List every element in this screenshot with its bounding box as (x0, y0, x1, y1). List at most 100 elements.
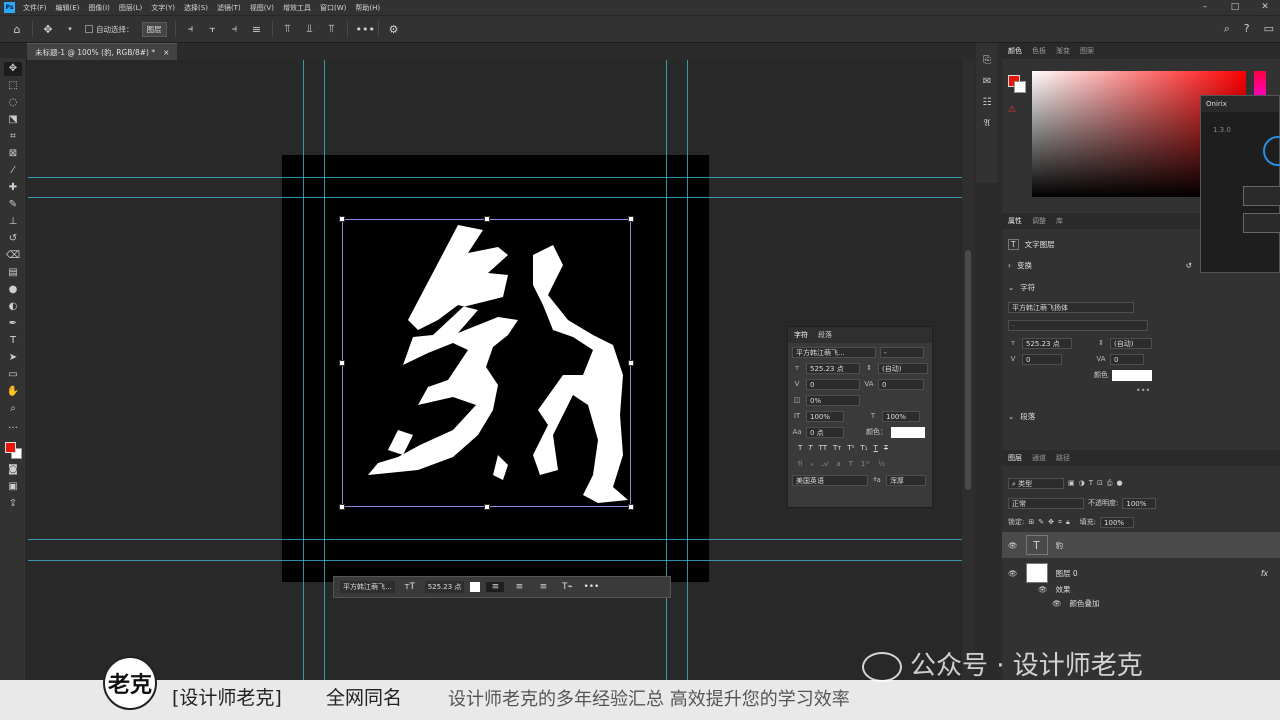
eraser-icon[interactable]: ⌫ (4, 249, 22, 263)
filter-smart-icon[interactable]: ⎙ (1107, 479, 1113, 488)
color-swatches[interactable] (3, 440, 23, 460)
transform-handle[interactable] (628, 216, 634, 222)
superscript-icon[interactable]: T¹ (847, 444, 854, 452)
prop-size-field[interactable]: 525.23 点 (1022, 337, 1072, 349)
font-size-field[interactable]: 525.23 点 (806, 362, 860, 374)
guide-horizontal[interactable] (28, 197, 962, 198)
tab-libraries[interactable]: 库 (1056, 216, 1063, 226)
prop-tracking-field[interactable]: 0 (1110, 353, 1144, 365)
dodge-tool-icon[interactable]: ◐ (4, 300, 22, 314)
tab-gradients[interactable]: 渐变 (1056, 46, 1070, 56)
ctx-font-dropdown[interactable]: 平方韩江萌飞... (340, 581, 395, 593)
filter-toggle-icon[interactable]: ● (1117, 479, 1123, 487)
ctx-size-dropdown[interactable]: 525.23 点 (424, 581, 465, 593)
guide-vertical[interactable] (303, 60, 304, 680)
more-tools-icon[interactable]: … (4, 419, 22, 433)
screen-mode-icon[interactable]: ▣ (4, 480, 22, 494)
faux-italic-icon[interactable]: T (808, 444, 812, 452)
workspace-icon[interactable]: ▭ (1264, 22, 1274, 36)
stamp-tool-icon[interactable]: ⊥ (4, 215, 22, 229)
leading-field[interactable]: (自动) (878, 362, 928, 374)
baseline-field[interactable]: 0 点 (806, 426, 844, 438)
horizontal-scale-field[interactable]: 100% (882, 410, 920, 422)
document-tab[interactable]: 未标题-1 @ 100% (豹, RGB/8#) * × (27, 43, 178, 60)
more-icon[interactable]: ••• (356, 23, 375, 36)
menu-layer[interactable]: 图层(L) (119, 3, 142, 13)
path-select-icon[interactable]: ➤ (4, 351, 22, 365)
history-icon[interactable]: ⎘ (983, 55, 991, 66)
fill-field[interactable]: 100% (1100, 516, 1135, 528)
comments-icon[interactable]: ✉ (983, 76, 991, 87)
menu-plugins[interactable]: 增效工具 (283, 3, 311, 13)
quick-mask-icon[interactable]: ◙ (4, 463, 22, 477)
kerning-field[interactable]: 0 (806, 378, 860, 390)
tab-swatches[interactable]: 色板 (1032, 46, 1046, 56)
align-center-icon[interactable]: ⫟ (206, 22, 220, 36)
healing-brush-icon[interactable]: ✚ (4, 181, 22, 195)
layer-filter-select[interactable]: ⌕ 类型 (1008, 477, 1064, 489)
align-right-text-icon[interactable]: ≡ (534, 582, 552, 592)
filter-shape-icon[interactable]: ⊡ (1097, 479, 1103, 487)
share-icon[interactable]: ⇪ (4, 497, 22, 511)
help-icon[interactable]: ? (1244, 22, 1250, 36)
faux-bold-icon[interactable]: T (798, 444, 802, 452)
align-left-text-icon[interactable]: ≡ (486, 582, 505, 592)
move-tool-icon[interactable]: ✥ (41, 23, 55, 36)
more-options-icon[interactable]: ••• (582, 582, 600, 592)
tab-color[interactable]: 颜色 (1008, 46, 1022, 56)
reset-icon[interactable]: ↺ (1186, 261, 1192, 270)
transform-handle[interactable] (628, 360, 634, 366)
guide-vertical[interactable] (324, 60, 325, 680)
filter-type-icon[interactable]: T (1089, 479, 1093, 487)
transform-bounding-box[interactable] (339, 216, 634, 510)
guide-horizontal[interactable] (28, 560, 962, 561)
ctx-color-swatch[interactable] (470, 582, 481, 592)
prop-kerning-field[interactable]: 0 (1022, 353, 1062, 365)
zoom-tool-icon[interactable]: ⌕ (4, 402, 22, 416)
marquee-tool-icon[interactable]: ⬚ (4, 79, 22, 93)
menu-edit[interactable]: 编辑(E) (56, 3, 80, 13)
ligature-icon[interactable]: fi (798, 460, 802, 468)
pen-tool-icon[interactable]: ✒ (4, 317, 22, 331)
visibility-eye-icon[interactable]: 👁︎ (1038, 585, 1048, 594)
rectangle-tool-icon[interactable]: ▭ (4, 368, 22, 382)
history-brush-icon[interactable]: ↺ (4, 232, 22, 246)
close-icon[interactable]: ✕ (1250, 0, 1280, 15)
opacity-field[interactable]: 100% (1122, 497, 1157, 509)
layer-item-bao[interactable]: 👁︎ T 豹 (1002, 532, 1280, 558)
menu-select[interactable]: 选择(S) (184, 3, 208, 13)
search-icon[interactable]: ⌕ (1224, 22, 1230, 36)
align-left-icon[interactable]: ⫞ (184, 22, 198, 36)
frame-tool-icon[interactable]: ⊠ (4, 147, 22, 161)
menu-help[interactable]: 帮助(H) (355, 3, 380, 13)
tab-paragraph[interactable]: 段落 (818, 330, 832, 340)
gear-icon[interactable]: ⚙ (387, 23, 401, 36)
text-color-swatch[interactable] (891, 426, 925, 438)
lock-all-icon[interactable]: 🔒︎ (1066, 518, 1070, 527)
all-caps-icon[interactable]: TT (819, 444, 827, 452)
align-right-icon[interactable]: ⫞ (228, 22, 242, 36)
prop-color-swatch[interactable] (1112, 369, 1152, 381)
tab-paths[interactable]: 路径 (1056, 453, 1070, 463)
transform-handle[interactable] (339, 360, 345, 366)
paragraph-section[interactable]: ⌄ 段落 (1002, 407, 1035, 425)
eyedropper-icon[interactable]: ⁄ (4, 164, 22, 178)
font-style-select[interactable]: - (880, 346, 924, 358)
tab-channels[interactable]: 通道 (1032, 453, 1046, 463)
ordinals-icon[interactable]: 1ˢᵗ (861, 460, 870, 468)
auto-select-dropdown[interactable]: 图层 (141, 21, 167, 37)
menu-file[interactable]: 文件(F) (23, 3, 47, 13)
visibility-eye-icon[interactable]: 👁︎ (1052, 599, 1062, 608)
tracking-field[interactable]: 0 (878, 378, 924, 390)
align-middle-icon[interactable]: ⫫ (303, 22, 317, 36)
tab-patterns[interactable]: 图案 (1080, 46, 1094, 56)
fractions-icon[interactable]: ½ (878, 460, 885, 468)
menu-window[interactable]: 窗口(W) (320, 3, 346, 13)
menu-type[interactable]: 文字(Y) (151, 3, 175, 13)
transform-handle[interactable] (628, 504, 634, 510)
type-tool-icon[interactable]: T (4, 334, 22, 348)
transform-section[interactable]: › 变换 ↺ (1002, 256, 1192, 274)
menu-filter[interactable]: 滤镜(T) (217, 3, 241, 13)
properties-icon[interactable]: ☷ (983, 97, 992, 108)
prop-leading-field[interactable]: (自动) (1110, 337, 1152, 349)
